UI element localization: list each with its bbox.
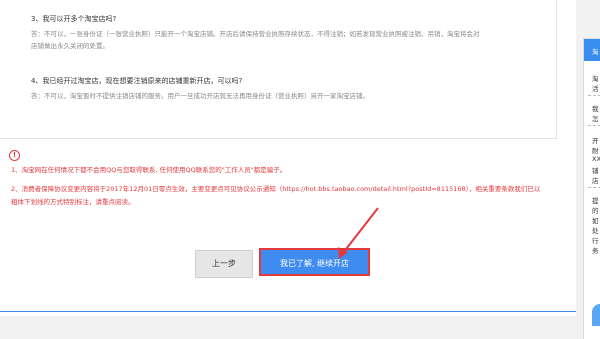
sidebar-item[interactable]: 铺 bbox=[592, 165, 599, 175]
sidebar-item[interactable]: 耐 bbox=[592, 145, 599, 155]
sidebar-item[interactable]: 如 bbox=[592, 215, 599, 225]
sidebar-divider bbox=[588, 187, 600, 188]
sidebar-item[interactable]: XX bbox=[592, 155, 600, 163]
sidebar-header-label: 淘 bbox=[592, 48, 599, 56]
annotation-arrow-icon bbox=[338, 207, 379, 259]
sidebar-item[interactable]: 的 bbox=[592, 205, 599, 215]
sidebar-item[interactable]: 行 bbox=[592, 235, 599, 245]
sidebar-divider bbox=[588, 95, 600, 96]
sidebar-item[interactable]: 淘 bbox=[592, 73, 599, 83]
cloud-service-icon[interactable] bbox=[592, 304, 600, 326]
sidebar-item[interactable]: 提 bbox=[592, 195, 599, 205]
sidebar-item[interactable]: 务 bbox=[592, 245, 599, 255]
sidebar-divider bbox=[588, 125, 600, 126]
sidebar-item[interactable]: 店 bbox=[592, 175, 599, 185]
right-sidebar: 淘 淘 活 我 怎 开 耐 XX 铺 店 提 的 如 处 行 务 bbox=[583, 38, 600, 339]
sidebar-item[interactable]: 处 bbox=[592, 225, 599, 235]
sidebar-item[interactable]: 活 bbox=[592, 83, 599, 93]
sidebar-item[interactable]: 我 bbox=[592, 103, 599, 113]
sidebar-header: 淘 bbox=[584, 39, 600, 61]
sidebar-item[interactable]: 怎 bbox=[592, 113, 599, 123]
sidebar-item[interactable]: 开 bbox=[592, 135, 599, 145]
